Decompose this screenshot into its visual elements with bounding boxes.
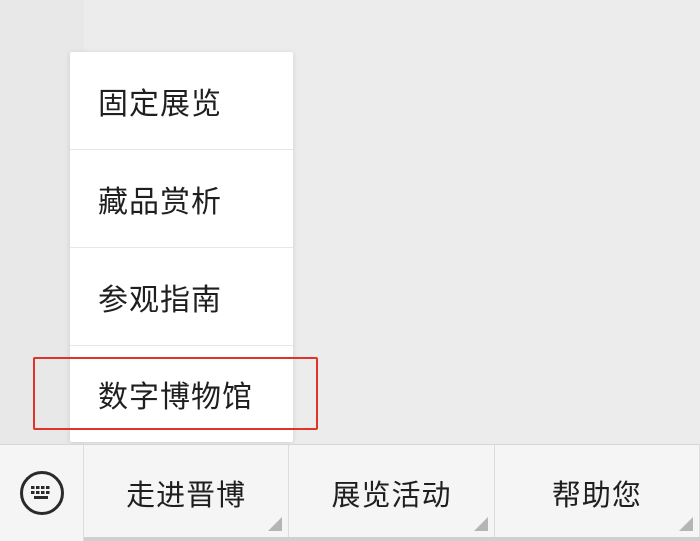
keyboard-icon xyxy=(19,471,64,515)
menu-tab-enter-museum[interactable]: 走进晋博 xyxy=(84,445,290,541)
menu-tab-label: 走进晋博 xyxy=(126,478,247,512)
submenu-item-collection-appreciation[interactable]: 藏品赏析 xyxy=(70,150,293,248)
submenu-item-label: 参观指南 xyxy=(98,282,222,318)
keyboard-toggle-button[interactable] xyxy=(0,445,84,541)
bottom-menu-bar: 走进晋博 展览活动 帮助您 xyxy=(0,444,700,541)
submenu-item-visit-guide[interactable]: 参观指南 xyxy=(70,248,293,346)
menu-tab-exhibition-activities[interactable]: 展览活动 xyxy=(289,445,495,541)
highlight-annotation-box xyxy=(33,357,318,430)
menu-tab-help[interactable]: 帮助您 xyxy=(495,445,700,541)
submenu-item-fixed-exhibition[interactable]: 固定展览 xyxy=(70,52,293,150)
submenu-item-label: 固定展览 xyxy=(98,86,222,122)
bottom-divider xyxy=(84,537,700,541)
submenu-indicator-icon xyxy=(678,517,693,531)
submenu-indicator-icon xyxy=(473,517,488,531)
menu-tab-label: 展览活动 xyxy=(331,478,452,512)
menu-tab-label: 帮助您 xyxy=(551,478,642,512)
submenu-indicator-icon xyxy=(268,517,283,531)
submenu-item-label: 藏品赏析 xyxy=(98,184,222,220)
